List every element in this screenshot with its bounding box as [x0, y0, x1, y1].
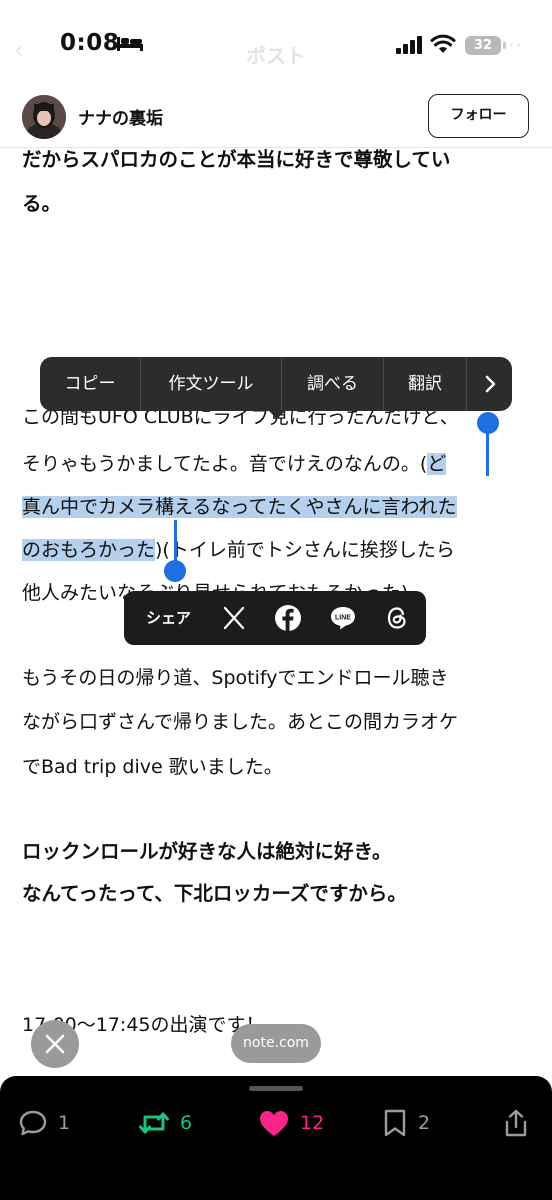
selection-handle-end[interactable]	[164, 560, 186, 582]
article-text-segment: )(トイレ前でトシさんに挨拶したら	[155, 539, 455, 561]
context-menu-pointer	[268, 410, 286, 419]
text-context-menu: コピー 作文ツール 調べる 翻訳	[40, 357, 512, 411]
article-bold-line: だからスパロカのことが本当に好きで尊敬してい	[22, 148, 451, 171]
share-toolbar: シェア LINE	[124, 591, 426, 645]
wifi-icon	[430, 34, 456, 53]
chevron-right-icon[interactable]	[467, 357, 512, 411]
close-button[interactable]	[31, 1020, 79, 1068]
article-text-segment: そりゃもうかましてたよ。音でけえのなんの。(	[22, 453, 428, 475]
share-icon	[505, 1109, 527, 1137]
share-button[interactable]	[502, 1108, 530, 1138]
cellular-signal-icon	[396, 36, 422, 54]
repost-count: 6	[180, 1112, 193, 1134]
context-menu-copy[interactable]: コピー	[40, 357, 141, 411]
post-action-bar: 1 6 12 2	[0, 1076, 552, 1200]
like-button[interactable]: 12	[258, 1108, 324, 1138]
comment-count: 1	[58, 1112, 71, 1134]
threads-icon[interactable]	[383, 604, 411, 632]
article-text-line: もうその日の帰り道、Spotifyでエンドロール聴き	[22, 667, 449, 689]
svg-text:LINE: LINE	[335, 615, 351, 622]
battery-indicator: 32	[465, 36, 501, 55]
battery-tip	[503, 42, 506, 49]
facebook-icon[interactable]	[274, 604, 302, 632]
sheet-grabber[interactable]	[249, 1086, 303, 1091]
comment-icon	[19, 1110, 47, 1136]
author-header: ナナの裏垢 フォロー	[0, 86, 552, 148]
x-icon[interactable]	[220, 604, 248, 632]
bed-icon	[117, 37, 143, 51]
context-menu-translate[interactable]: 翻訳	[384, 357, 467, 411]
status-time: 0:08	[60, 30, 120, 56]
article-text-line: でBad trip dive 歌いました。	[22, 756, 283, 778]
follow-button[interactable]: フォロー	[428, 94, 529, 138]
line-icon[interactable]: LINE	[329, 604, 357, 632]
article-bold-line: なんてったって、下北ロッカーズですから。	[22, 882, 407, 905]
article-text-line: そりゃもうかましてたよ。音でけえのなんの。(ど	[22, 451, 447, 477]
bookmark-icon	[384, 1109, 406, 1137]
article-bold-line: る。	[22, 192, 62, 215]
article-text-line: 真ん中でカメラ構えるなってたくやさんに言われた	[22, 494, 457, 520]
author-name[interactable]: ナナの裏垢	[78, 104, 163, 129]
status-bar: ‹ ポスト ··· 0:08 32	[0, 0, 552, 86]
article-text-line: ながら口ずさんで帰りました。あとこの間カラオケ	[22, 711, 459, 733]
comment-button[interactable]: 1	[18, 1108, 70, 1138]
site-domain-pill[interactable]: note.com	[231, 1024, 321, 1063]
repost-icon	[139, 1112, 169, 1134]
repost-button[interactable]: 6	[138, 1108, 192, 1138]
context-menu-look-up[interactable]: 調べる	[282, 357, 384, 411]
article-text-line: のおもろかった)(トイレ前でトシさんに挨拶したら	[22, 537, 455, 563]
heart-icon	[260, 1111, 288, 1136]
share-label: シェア	[146, 609, 192, 627]
selected-text: ど	[427, 453, 447, 475]
selected-text: 真ん中でカメラ構えるなってたくやさんに言われた	[22, 496, 457, 518]
close-icon	[45, 1034, 65, 1054]
avatar[interactable]	[22, 95, 66, 139]
context-menu-writing-tools[interactable]: 作文ツール	[141, 357, 282, 411]
bookmark-button[interactable]: 2	[382, 1108, 430, 1138]
article-bold-line: ロックンロールが好きな人は絶対に好き。	[22, 840, 392, 863]
selected-text: のおもろかった	[22, 539, 156, 561]
like-count: 12	[300, 1112, 325, 1134]
bookmark-count: 2	[418, 1112, 431, 1134]
selection-handle-start[interactable]	[477, 412, 499, 434]
